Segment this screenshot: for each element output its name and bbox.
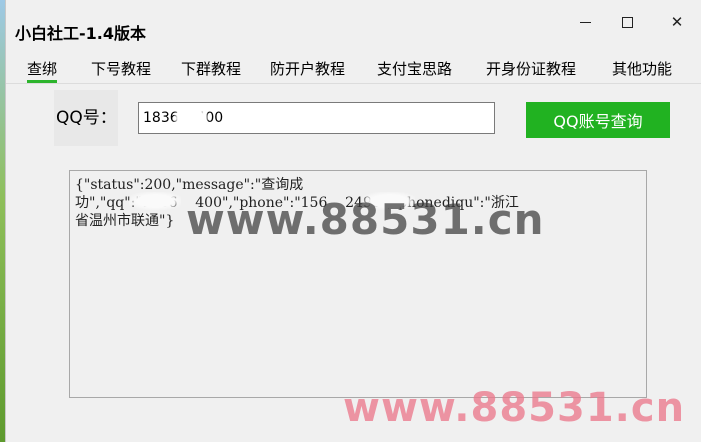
minimize-icon — [579, 22, 591, 23]
tab-xiaqun-tutorial[interactable]: 下群教程 — [181, 58, 241, 82]
tab-alipay-ideas[interactable]: 支付宝思路 — [377, 58, 452, 82]
qq-query-button[interactable]: QQ账号查询 — [526, 102, 670, 138]
watermark-bottom-right: www.88531.cn — [343, 385, 686, 431]
tab-xiahao-tutorial[interactable]: 下号教程 — [91, 58, 151, 82]
close-icon: ✕ — [670, 13, 684, 31]
maximize-button[interactable] — [604, 12, 650, 32]
close-button[interactable]: ✕ — [654, 12, 700, 32]
redaction-blur — [129, 192, 181, 210]
result-scrollbar[interactable] — [631, 172, 645, 396]
window-title: 小白社工-1.4版本 — [15, 24, 146, 43]
tab-idcard-tutorial[interactable]: 开身份证教程 — [486, 58, 576, 82]
minimize-button[interactable] — [562, 12, 608, 32]
app-window: 小白社工-1.4版本 ✕ 查绑 下号教程 下群教程 防开户教程 支付宝思路 开身… — [5, 0, 701, 442]
result-line: 省温州市联通"} — [75, 213, 175, 229]
tab-bar: 查绑 下号教程 下群教程 防开户教程 支付宝思路 开身份证教程 其他功能 — [6, 55, 701, 84]
tab-other-functions[interactable]: 其他功能 — [612, 58, 672, 82]
title-bar[interactable]: 小白社工-1.4版本 ✕ — [6, 0, 701, 43]
qq-number-label: QQ号： — [54, 90, 118, 146]
tab-fangkaihu-tutorial[interactable]: 防开户教程 — [270, 58, 345, 82]
redaction-blur — [174, 107, 208, 129]
result-line: {"status":200,"message":"查询成 — [75, 177, 304, 193]
maximize-icon — [621, 17, 633, 28]
watermark-center: www.88531.cn — [186, 195, 545, 244]
tab-chabang[interactable]: 查绑 — [27, 58, 58, 83]
